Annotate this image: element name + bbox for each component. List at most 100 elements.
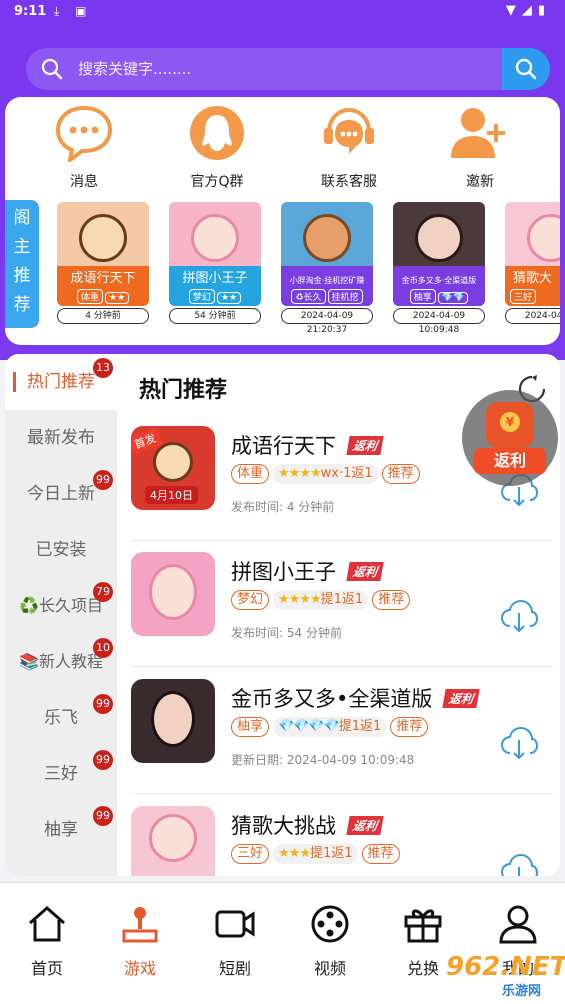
search-bar[interactable] <box>26 48 550 90</box>
nav-games[interactable]: 游戏 <box>100 903 180 979</box>
featured-item-image: 小胖淘金·挂机挖矿赚 ♻长久 挂机挖 <box>281 202 373 306</box>
featured-item-title: 猜歌大 <box>513 271 553 286</box>
app-tags: 三好 ★★★提1返1 推荐 <box>231 844 400 864</box>
featured-item-time: 2024-04-09 <box>505 308 560 324</box>
download-icon[interactable] <box>499 596 539 636</box>
quick-links-card: 消息 官方Q群 联系客服 邀新 阁主推荐 成语行天下 体重 ★★ 4 分钟前 拼… <box>5 97 560 345</box>
app-name: 成语行天下 返利 <box>231 430 384 460</box>
nav-home[interactable]: 首页 <box>7 903 87 979</box>
category-sidebar: 热门推荐 13 最新发布 今日上新 99 已安装 ♻️长久项目 79 📚新人教程 10 … <box>5 354 117 876</box>
app-time: 发布时间: 4 分钟前 <box>231 500 335 514</box>
status-time: 9:11 <box>14 4 47 19</box>
count-badge: 99 <box>93 470 113 490</box>
featured-item-tags: 柚享 💎💎 <box>393 289 485 304</box>
rebate-badge: 返利 <box>346 816 384 835</box>
app-icon-date: 4月10日 <box>145 486 198 504</box>
quick-link-messages[interactable]: 消息 <box>29 101 139 191</box>
quick-link-invite[interactable]: 邀新 <box>425 101 535 191</box>
status-bar: 9:11 ⤓ ▣ ▼◢▮ <box>0 0 565 26</box>
featured-item-title: 拼图小王子 <box>182 271 248 286</box>
category-item[interactable]: 热门推荐 13 <box>5 354 117 410</box>
featured-item-time: 2024-04-09 21:20:37 <box>281 308 373 335</box>
add-user-icon <box>448 101 512 165</box>
customer-service-icon <box>317 101 381 165</box>
search-icon <box>41 58 63 80</box>
app-row[interactable]: 金币多又多•全渠道版 返利 柚享 💎💎💎💎提1返1 推荐 更新日期: 2024-04-… <box>131 679 553 805</box>
nav-label: 视频 <box>313 959 346 978</box>
app-tags: 体重 ★★★★wx·1返1 推荐 <box>231 464 420 484</box>
download-icon[interactable] <box>499 723 539 763</box>
app-time: 发布时间: 54 分钟前 <box>231 626 342 640</box>
nav-label: 短剧 <box>218 959 251 978</box>
featured-item[interactable]: 成语行天下 体重 ★★ 4 分钟前 <box>57 202 151 324</box>
nav-label: 游戏 <box>123 959 156 978</box>
category-item[interactable]: 最新发布 <box>5 410 117 466</box>
site-watermark: 962.NET 乐游网 <box>446 952 565 999</box>
featured-item-title: 小胖淘金·挂机挖矿赚 <box>289 276 365 285</box>
category-item[interactable]: 已安装 <box>5 522 117 578</box>
featured-item-tags: ♻长久 挂机挖 <box>281 289 373 304</box>
featured-badge: 阁主推荐 <box>5 200 39 328</box>
category-item[interactable]: 三好 99 <box>5 746 117 802</box>
featured-item-tags: 三好 <box>505 289 560 304</box>
featured-item-tags: 体重 ★★ <box>57 289 149 304</box>
quick-link-label: 官方Q群 <box>190 174 244 190</box>
category-item[interactable]: 柚享 99 <box>5 802 117 858</box>
app-name: 拼图小王子 返利 <box>231 556 384 586</box>
app-name: 金币多又多•全渠道版 返利 <box>231 683 481 713</box>
featured-item-time: 2024-04-09 10:09:48 <box>393 308 485 335</box>
featured-item-title: 金币多又多·全渠道版 <box>401 276 477 285</box>
video-camera-icon <box>215 910 255 938</box>
featured-item[interactable]: 小胖淘金·挂机挖矿赚 ♻长久 挂机挖 2024-04-09 21:20:37 <box>281 202 375 335</box>
app-name: 猜歌大挑战 返利 <box>231 810 384 840</box>
count-badge: 10 <box>93 638 113 658</box>
download-icon[interactable] <box>499 850 539 876</box>
joystick-icon <box>122 907 158 943</box>
app-icon: 首发 4月10日 <box>131 426 215 510</box>
featured-item-image: 成语行天下 体重 ★★ <box>57 202 149 306</box>
qq-penguin-icon <box>185 101 249 165</box>
count-badge: 99 <box>93 806 113 826</box>
app-tags: 梦幻 ★★★★提1返1 推荐 <box>231 590 411 610</box>
category-item[interactable]: 今日上新 99 <box>5 466 117 522</box>
app-time: 更新日期: 2024-04-09 10:09:48 <box>231 753 415 767</box>
count-badge: 99 <box>93 750 113 770</box>
app-icon <box>131 552 215 636</box>
featured-item[interactable]: 金币多又多·全渠道版 柚享 💎💎 2024-04-09 10:09:48 <box>393 202 487 335</box>
category-item[interactable]: 乐飞 99 <box>5 690 117 746</box>
nav-short-drama[interactable]: 短剧 <box>195 903 275 979</box>
count-badge: 99 <box>93 694 113 714</box>
film-reel-icon <box>311 905 349 943</box>
category-item[interactable]: ♻️长久项目 79 <box>5 578 117 634</box>
featured-item-image: 拼图小王子 梦幻 ★★ <box>169 202 261 306</box>
featured-item-time: 54 分钟前 <box>169 308 261 324</box>
app-row[interactable]: 拼图小王子 返利 梦幻 ★★★★提1返1 推荐 发布时间: 54 分钟前 <box>131 552 553 678</box>
featured-item-time: 4 分钟前 <box>57 308 149 324</box>
featured-item-image: 猜歌大 三好 <box>505 202 560 306</box>
app-row[interactable]: 猜歌大挑战 返利 三好 ★★★提1返1 推荐 <box>131 806 553 876</box>
quick-link-customer-service[interactable]: 联系客服 <box>294 101 404 191</box>
rebate-badge: 返利 <box>442 689 481 708</box>
rebate-badge: 返利 <box>346 436 384 455</box>
count-badge: 13 <box>93 358 113 378</box>
user-icon <box>499 905 537 944</box>
home-icon <box>29 905 65 942</box>
app-icon <box>131 679 215 763</box>
count-badge: 79 <box>93 582 113 602</box>
section-title: 热门推荐 <box>139 378 228 403</box>
nav-video[interactable]: 视频 <box>290 903 370 979</box>
chat-bubble-icon <box>52 101 116 165</box>
floating-rebate-button[interactable]: ¥ 返利 <box>462 390 558 486</box>
featured-item[interactable]: 猜歌大 三好 2024-04-09 <box>505 202 560 324</box>
featured-item[interactable]: 拼图小王子 梦幻 ★★ 54 分钟前 <box>169 202 263 324</box>
featured-item-image: 金币多又多·全渠道版 柚享 💎💎 <box>393 202 485 306</box>
search-input[interactable] <box>78 56 498 82</box>
system-icons: ▼◢▮ <box>505 3 551 18</box>
quick-link-qq-group[interactable]: 官方Q群 <box>162 101 272 191</box>
featured-item-tags: 梦幻 ★★ <box>169 289 261 304</box>
search-icon <box>515 58 537 80</box>
category-item[interactable]: 📚新人教程 10 <box>5 634 117 690</box>
quick-link-label: 邀新 <box>466 174 494 190</box>
rebate-badge: 返利 <box>346 562 384 581</box>
search-button[interactable] <box>502 48 550 90</box>
